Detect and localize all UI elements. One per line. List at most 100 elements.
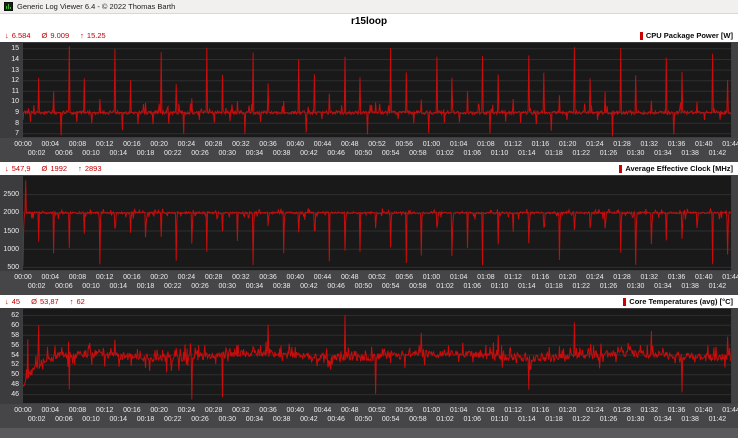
x-tick-label: 01:38: [681, 150, 699, 157]
x-tick-label: 01:14: [518, 283, 536, 290]
y-tick-label: 14: [11, 55, 19, 63]
x-tick-label: 00:54: [381, 283, 400, 290]
x-tick-label: 00:32: [232, 274, 250, 281]
x-tick-label: 00:06: [55, 150, 73, 157]
y-axis: 7 8 9 10 11 12 13 14 15: [0, 42, 22, 138]
y-axis: 46 48 50 52 54 56 58 60 62: [0, 308, 22, 404]
stats-row: ↓ 45 Ø 53,87 ↑ 62 Core Temperatures (avg) […: [0, 295, 738, 308]
x-tick-label: 01:30: [626, 150, 645, 157]
x-tick-label: 01:08: [477, 274, 495, 281]
x-tick-label: 01:04: [449, 407, 468, 414]
x-tick-label: 01:00: [422, 407, 441, 414]
x-tick-label: 01:38: [681, 416, 699, 423]
x-tick-label: 01:32: [640, 141, 659, 148]
x-tick-label: 01:16: [531, 407, 550, 414]
x-tick-label: 00:26: [191, 283, 209, 290]
x-tick-label: 01:18: [545, 283, 563, 290]
chart-stats: ↓ 45 Ø 53,87 ↑ 62: [5, 298, 85, 306]
x-tick-label: 00:44: [313, 274, 332, 281]
plot-area[interactable]: [22, 308, 732, 404]
x-tick-label: 00:30: [218, 150, 236, 157]
x-tick-label: 01:28: [613, 407, 631, 414]
x-tick-label: 00:02: [27, 283, 46, 290]
series-color-bar-icon: [639, 31, 643, 40]
y-tick-label: 11: [11, 87, 19, 95]
x-tick-label: 00:50: [354, 416, 373, 423]
window-bottom-margin: [0, 428, 738, 438]
x-tick-label: 00:52: [368, 141, 386, 148]
x-tick-label: 00:04: [41, 141, 59, 148]
x-tick-label: 00:16: [123, 141, 141, 148]
x-tick-label: 00:10: [82, 283, 100, 290]
y-tick-label: 56: [11, 341, 19, 349]
x-tick-label: 00:54: [381, 416, 400, 423]
x-tick-label: 00:58: [409, 150, 427, 157]
x-tick-label: 01:22: [572, 283, 590, 290]
x-tick-label: 00:40: [286, 407, 305, 414]
x-axis: 00:00 00:02 00:04 00:06 00:08 00:10 00:12 00:14…: [0, 138, 738, 162]
x-tick-label: 00:10: [82, 150, 100, 157]
x-tick-label: 00:48: [341, 141, 359, 148]
x-tick-label: 01:10: [490, 283, 509, 290]
min-arrow-icon: ↓: [5, 30, 9, 40]
x-tick-label: 01:44: [722, 141, 738, 148]
x-tick-label: 00:06: [55, 283, 73, 290]
stat-min: ↓ 45: [5, 296, 21, 306]
x-tick-label: 00:50: [354, 150, 373, 157]
y-tick-label: 58: [11, 331, 19, 339]
series-label: CPU Package Power [W]: [639, 31, 733, 40]
x-tick-label: 00:52: [368, 407, 386, 414]
x-tick-label: 00:18: [136, 416, 155, 423]
series-label: Average Effective Clock [MHz]: [619, 164, 733, 173]
x-tick-label: 00:00: [14, 407, 32, 414]
x-tick-label: 01:24: [586, 141, 604, 148]
y-tick-label: 50: [11, 371, 19, 379]
chart-stats: ↓ 547,9 Ø 1992 ↑ 2893: [5, 165, 102, 173]
x-tick-label: 01:44: [722, 274, 738, 281]
chart-body: 46 48 50 52 54 56 58 60 62 00:00 00:02 00:04 00:06 0…: [0, 308, 738, 428]
x-tick-label: 01:40: [695, 274, 713, 281]
window-titlebar[interactable]: Generic Log Viewer 6.4 - © 2022 Thomas B…: [0, 0, 738, 14]
x-tick-label: 01:02: [436, 416, 454, 423]
x-tick-label: 01:14: [518, 416, 536, 423]
x-tick-label: 00:54: [381, 150, 400, 157]
x-tick-label: 00:42: [300, 283, 318, 290]
x-tick-label: 00:50: [354, 283, 373, 290]
y-tick-label: 2500: [3, 191, 19, 199]
x-tick-label: 00:28: [204, 407, 223, 414]
x-tick-label: 00:52: [368, 274, 386, 281]
x-tick-label: 00:38: [272, 283, 291, 290]
y-tick-label: 48: [11, 381, 19, 389]
stat-min: ↓ 6.584: [5, 30, 31, 40]
min-arrow-icon: ↓: [5, 163, 9, 173]
stat-avg: Ø 1992: [41, 163, 68, 173]
x-tick-label: 00:12: [95, 407, 114, 414]
plot-area[interactable]: [22, 175, 732, 271]
y-tick-label: 54: [11, 351, 19, 359]
log-title-band: r15loop: [0, 14, 738, 29]
y-axis: 500 1000 1500 2000 2500: [0, 175, 22, 271]
y-tick-label: 52: [11, 361, 19, 369]
x-tick-label: 00:22: [164, 150, 182, 157]
x-tick-label: 00:36: [259, 141, 277, 148]
x-tick-label: 00:18: [136, 150, 155, 157]
x-tick-label: 00:00: [14, 274, 32, 281]
y-tick-label: 2000: [3, 209, 19, 217]
x-tick-label: 00:46: [327, 416, 345, 423]
x-tick-label: 01:32: [640, 407, 659, 414]
x-tick-label: 01:12: [504, 141, 522, 148]
plot-area[interactable]: [22, 42, 732, 138]
x-tick-label: 00:56: [395, 407, 413, 414]
x-tick-label: 00:56: [395, 274, 413, 281]
y-tick-label: 46: [11, 391, 19, 399]
x-tick-label: 01:36: [667, 274, 686, 281]
x-tick-label: 00:14: [109, 150, 128, 157]
x-tick-label: 00:30: [218, 416, 236, 423]
x-tick-label: 01:06: [463, 283, 482, 290]
x-tick-label: 01:08: [477, 407, 495, 414]
x-tick-label: 00:08: [68, 141, 87, 148]
stat-max: ↑ 2893: [78, 163, 102, 173]
x-tick-label: 00:14: [109, 283, 128, 290]
chart-body: 500 1000 1500 2000 2500 00:00 00:02 00:04 00:06…: [0, 175, 738, 295]
x-tick-label: 01:10: [490, 150, 509, 157]
